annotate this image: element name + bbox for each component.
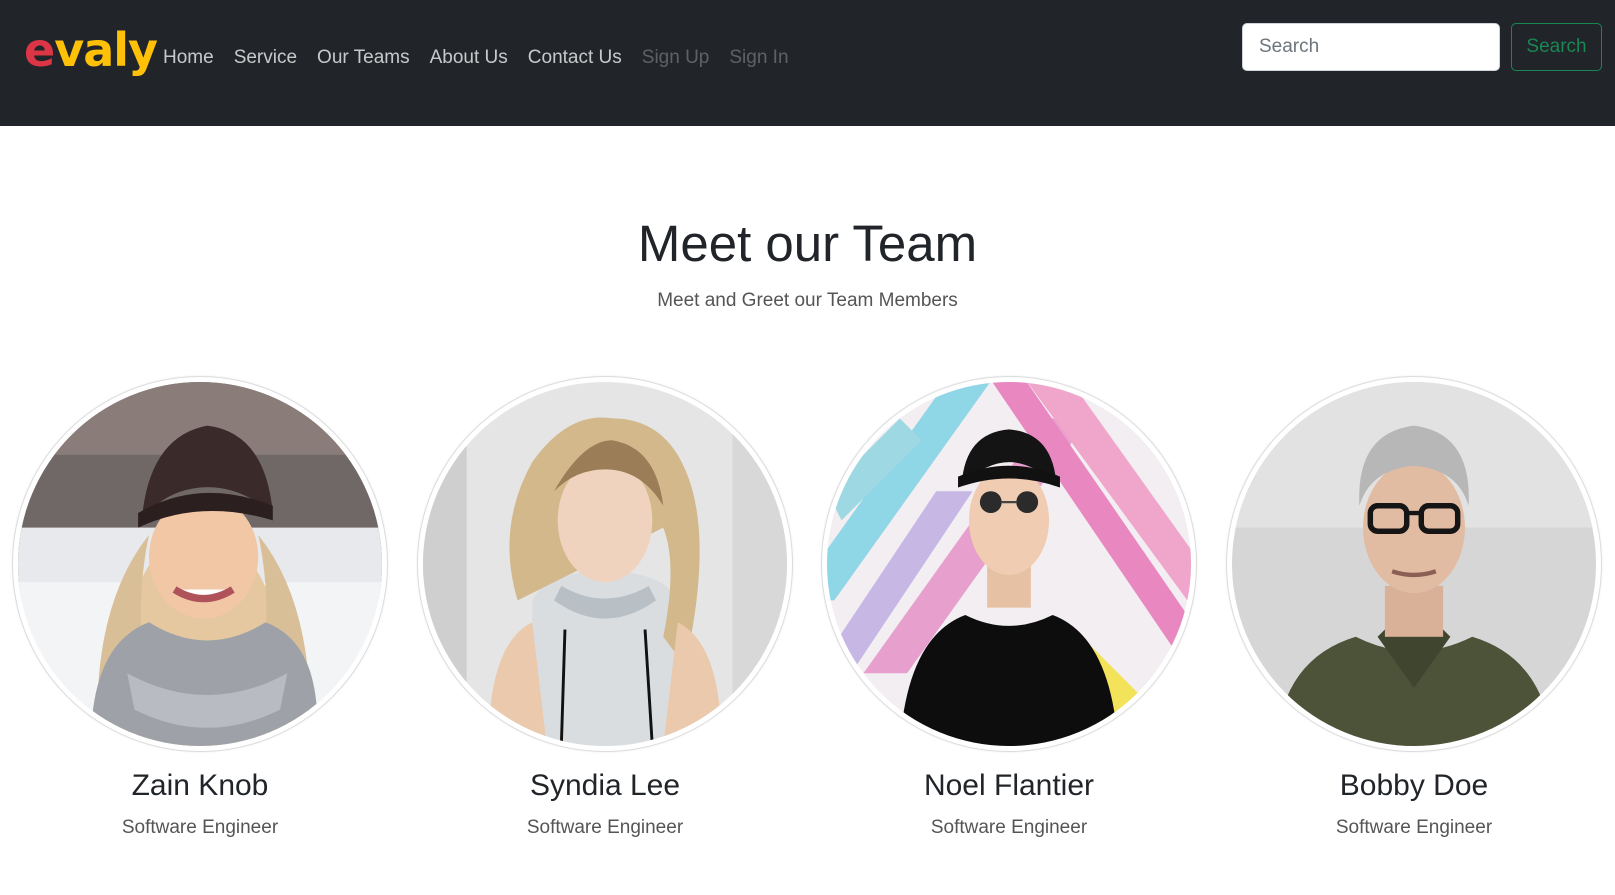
- avatar: [1226, 376, 1602, 752]
- member-role: Software Engineer: [1335, 817, 1493, 838]
- navbar: evaly Home Service Our Teams About Us Co…: [0, 0, 1615, 126]
- member-photo: [1232, 382, 1596, 746]
- team-member-card: Syndia Lee Software Engineer: [415, 376, 795, 842]
- nav-item-sign-in[interactable]: Sign In: [729, 42, 788, 74]
- member-role: Software Engineer: [526, 817, 684, 838]
- nav-item-contact-us[interactable]: Contact Us: [528, 42, 622, 74]
- team-member-card: Bobby Doe Software Engineer: [1224, 376, 1604, 842]
- member-name: Bobby Doe: [1339, 769, 1489, 802]
- nav-item-home[interactable]: Home: [163, 42, 214, 74]
- brand-letter-e: e: [24, 23, 55, 77]
- member-name: Noel Flantier: [923, 769, 1095, 802]
- team-member-card: Zain Knob Software Engineer: [10, 376, 390, 842]
- member-photo: [18, 382, 382, 746]
- brand-text: valy: [54, 23, 158, 77]
- avatar: [821, 376, 1197, 752]
- nav-item-about-us[interactable]: About Us: [430, 42, 508, 74]
- avatar: [12, 376, 388, 752]
- page-title: Meet our Team: [637, 215, 978, 272]
- member-photo: [423, 382, 787, 746]
- nav-item-service[interactable]: Service: [234, 42, 297, 74]
- nav-item-our-teams[interactable]: Our Teams: [317, 42, 410, 74]
- member-photo: [827, 382, 1191, 746]
- team-grid: Zain Knob Software Engineer Syndia Lee S…: [0, 376, 1615, 838]
- avatar: [417, 376, 793, 752]
- member-role: Software Engineer: [121, 817, 279, 838]
- nav-links: Home Service Our Teams About Us Contact …: [163, 42, 809, 74]
- nav-item-sign-up[interactable]: Sign Up: [642, 42, 710, 74]
- search-input[interactable]: [1242, 23, 1500, 71]
- member-name: Zain Knob: [131, 769, 269, 802]
- team-member-card: Noel Flantier Software Engineer: [819, 376, 1199, 842]
- search-button[interactable]: Search: [1511, 23, 1602, 71]
- page-subtitle: Meet and Greet our Team Members: [657, 290, 958, 311]
- brand-logo[interactable]: evaly: [24, 20, 158, 80]
- member-role: Software Engineer: [930, 817, 1088, 838]
- member-name: Syndia Lee: [529, 769, 681, 802]
